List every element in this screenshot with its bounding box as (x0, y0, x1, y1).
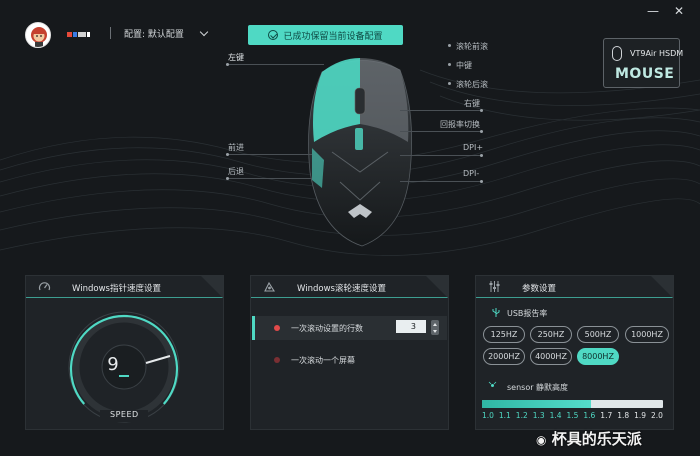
lod-tick-1.0: 1.0 (482, 411, 494, 420)
scroll-icon (264, 281, 275, 292)
label-dot (480, 130, 483, 133)
rate-250[interactable]: 250HZ (530, 326, 572, 343)
stepper-arrows-icon[interactable] (431, 320, 439, 335)
lines-stepper-input[interactable]: 3 (396, 320, 426, 333)
lod-label: sensor 静默高度 (507, 383, 569, 392)
leader-line (400, 155, 482, 156)
label-right-button: 右键 (464, 99, 480, 108)
sensor-icon (488, 381, 497, 387)
lod-tick-1.8: 1.8 (617, 411, 630, 420)
device-name: VT9Air HSDM (630, 49, 684, 58)
pointer-speed-panel: Windows指针速度设置 SPEED 9 (25, 275, 224, 430)
option-lines-row[interactable]: 一次滚动设置的行数 3 (252, 316, 447, 340)
panel-corner (651, 276, 673, 298)
label-back: 后退 (228, 167, 244, 176)
label-dpi-plus: DPI+ (463, 143, 484, 152)
panel-corner (201, 276, 223, 298)
speed-label: SPEED (110, 410, 139, 419)
usb-icon (492, 308, 500, 317)
lod-slider-fill (482, 400, 591, 408)
watermark-text: 杯具的乐天派 (551, 430, 642, 448)
label-dot (226, 177, 229, 180)
panel-title: Windows指针速度设置 (72, 284, 161, 294)
leader-line (400, 131, 482, 132)
panel-corner (426, 276, 448, 298)
rate-2000[interactable]: 2000HZ (483, 348, 525, 365)
lod-tick-1.7: 1.7 (600, 411, 613, 420)
check-circle-icon (268, 30, 279, 40)
rate-8000-selected[interactable]: 8000HZ (577, 348, 619, 365)
label-scroll-forward: 滚轮前滚 (456, 42, 488, 51)
label-polling-switch: 回报率切换 (440, 120, 480, 129)
label-dpi-minus: DPI- (463, 169, 480, 178)
profile-selector[interactable]: 配置: 默认配置 (124, 27, 209, 40)
lod-tick-1.5: 1.5 (566, 411, 579, 420)
header-divider (110, 27, 111, 39)
rate-125[interactable]: 125HZ (483, 326, 525, 343)
close-button[interactable]: ✕ (672, 4, 686, 18)
leader-line (228, 178, 312, 179)
lod-tick-1.9: 1.9 (634, 411, 647, 420)
label-scroll-back: 滚轮后滚 (456, 80, 488, 89)
label-dot (226, 63, 229, 66)
rate-1000[interactable]: 1000HZ (625, 326, 669, 343)
label-left-button: 左键 (228, 53, 244, 62)
usb-rate-label: USB报告率 (507, 309, 548, 318)
speedometer-icon (38, 282, 51, 291)
scroll-speed-panel: Windows滚轮速度设置 一次滚动设置的行数 3 一次滚动一个屏幕 (250, 275, 449, 430)
label-dot (226, 153, 229, 156)
rate-4000[interactable]: 4000HZ (530, 348, 572, 365)
label-dot (448, 63, 451, 66)
radio-selected[interactable] (274, 325, 280, 331)
option-screen-row[interactable]: 一次滚动一个屏幕 (252, 348, 447, 372)
option-screen-label: 一次滚动一个屏幕 (291, 356, 355, 365)
lod-tick-1.4: 1.4 (549, 411, 562, 420)
radio-unselected[interactable] (274, 357, 280, 363)
label-dot (480, 180, 483, 183)
panel-header: Windows滚轮速度设置 (251, 276, 448, 298)
lod-tick-1.6: 1.6 (583, 411, 596, 420)
lod-tick-1.3: 1.3 (532, 411, 545, 420)
panel-title: 参数设置 (522, 284, 557, 294)
label-middle-button: 中键 (456, 61, 472, 70)
weibo-icon: ◉ (536, 433, 547, 447)
label-forward: 前进 (228, 143, 244, 152)
leader-line (400, 110, 482, 111)
label-dot (480, 154, 483, 157)
rate-500[interactable]: 500HZ (577, 326, 619, 343)
lod-tick-1.1: 1.1 (498, 411, 511, 420)
speed-value: 9 (107, 354, 119, 375)
leader-line (228, 64, 324, 65)
toast-text: 已成功保留当前设备配置 (283, 31, 383, 42)
minimize-button[interactable]: — (646, 4, 660, 18)
panel-title: Windows滚轮速度设置 (297, 284, 386, 294)
label-dot (480, 109, 483, 112)
device-badge[interactable]: VT9Air HSDM MOUSE (603, 38, 684, 88)
status-toast: 已成功保留当前设备配置 (248, 25, 403, 45)
lod-tick-2.0: 2.0 (651, 411, 663, 420)
profile-label: 配置: 默认配置 (124, 30, 184, 40)
panel-header: 参数设置 (476, 276, 673, 298)
device-type: MOUSE (615, 66, 675, 82)
lod-slider[interactable] (482, 400, 663, 408)
chevron-down-icon (199, 27, 209, 37)
username-pixels (67, 30, 97, 38)
label-dot (448, 82, 451, 85)
sliders-icon (489, 281, 500, 292)
option-lines-label: 一次滚动设置的行数 (291, 324, 363, 333)
leader-line (400, 181, 482, 182)
panel-header: Windows指针速度设置 (26, 276, 223, 298)
leader-line (228, 154, 312, 155)
lod-tick-1.2: 1.2 (515, 411, 528, 420)
mouse-icon (612, 46, 622, 61)
mouse-illustration (308, 58, 413, 247)
label-dot (448, 44, 451, 47)
watermark: ◉ 杯具的乐天派 (536, 428, 642, 449)
user-avatar[interactable] (25, 22, 51, 48)
